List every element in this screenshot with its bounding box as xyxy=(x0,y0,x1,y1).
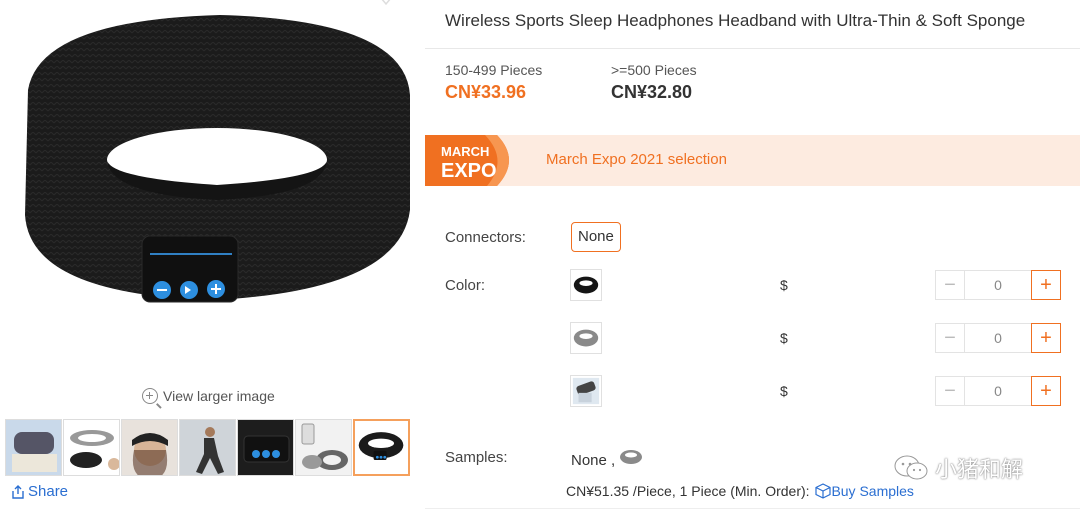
price-tier-price: CN¥32.80 xyxy=(611,82,693,102)
main-product-image[interactable] xyxy=(0,0,420,380)
increment-button[interactable]: + xyxy=(1031,376,1061,406)
sample-thumbnail[interactable] xyxy=(618,446,644,468)
connectors-label: Connectors: xyxy=(445,229,526,246)
color-price: $ xyxy=(780,383,788,399)
connector-option-none[interactable]: None xyxy=(571,222,621,252)
expo-badge-line2: EXPO xyxy=(441,160,497,182)
color-swatch-gray[interactable] xyxy=(570,322,602,354)
wechat-icon xyxy=(894,455,928,480)
price-tier-price: CN¥33.96 xyxy=(445,82,527,102)
thumbnail-4[interactable] xyxy=(179,419,236,476)
color-label: Color: xyxy=(445,277,486,294)
quantity-input[interactable] xyxy=(965,376,1031,406)
price-tier-range: >=500 Pieces xyxy=(611,62,697,78)
samples-label: Samples: xyxy=(445,449,508,466)
title-divider xyxy=(425,48,1080,49)
zoom-in-icon xyxy=(142,388,162,409)
view-larger-link[interactable]: View larger image xyxy=(142,388,275,409)
quantity-stepper: − + xyxy=(935,270,1063,300)
color-swatch-package[interactable] xyxy=(570,375,602,407)
price-tier-2: >=500 Pieces CN¥32.80 xyxy=(611,62,697,103)
share-link[interactable]: Share xyxy=(10,483,68,500)
samples-value: None , xyxy=(571,452,616,469)
quantity-stepper: − + xyxy=(935,376,1063,406)
color-row: $ − + xyxy=(570,375,1075,409)
thumbnail-strip xyxy=(5,419,410,476)
sample-price-text: CN¥51.35 /Piece, 1 Piece (Min. Order): xyxy=(566,483,810,499)
quantity-input[interactable] xyxy=(965,323,1031,353)
increment-button[interactable]: + xyxy=(1031,323,1061,353)
decrement-button[interactable]: − xyxy=(935,270,965,300)
color-swatch-black[interactable] xyxy=(570,269,602,301)
thumbnail-5[interactable] xyxy=(237,419,294,476)
watermark-text: 小猪和解 xyxy=(935,457,1024,482)
thumbnail-1[interactable] xyxy=(5,419,62,476)
box-icon xyxy=(815,483,832,499)
color-price: $ xyxy=(780,277,788,293)
thumbnail-6[interactable] xyxy=(295,419,352,476)
price-tier-range: 150-499 Pieces xyxy=(445,62,543,78)
view-larger-label: View larger image xyxy=(163,388,275,404)
quantity-input[interactable] xyxy=(965,270,1031,300)
decrement-button[interactable]: − xyxy=(935,376,965,406)
price-tier-1: 150-499 Pieces CN¥33.96 xyxy=(445,62,542,103)
collection-pin-icon xyxy=(381,0,391,6)
march-expo-badge: MARCH EXPO xyxy=(425,135,509,186)
product-title: Wireless Sports Sleep Headphones Headban… xyxy=(445,11,1026,30)
decrement-button[interactable]: − xyxy=(935,323,965,353)
quantity-stepper: − + xyxy=(935,323,1063,353)
color-row: $ − + xyxy=(570,269,1075,303)
share-icon xyxy=(12,484,24,499)
color-price: $ xyxy=(780,330,788,346)
expo-banner[interactable]: MARCH EXPO March Expo 2021 selection xyxy=(425,135,1080,186)
thumbnail-7[interactable] xyxy=(353,419,410,476)
increment-button[interactable]: + xyxy=(1031,270,1061,300)
color-row: $ − + xyxy=(570,322,1075,356)
bottom-divider xyxy=(425,508,1080,509)
thumbnail-2[interactable] xyxy=(63,419,120,476)
sample-price-line: CN¥51.35 /Piece, 1 Piece (Min. Order): B… xyxy=(566,483,914,499)
expo-text: March Expo 2021 selection xyxy=(546,151,727,168)
thumbnail-3[interactable] xyxy=(121,419,178,476)
share-label: Share xyxy=(28,483,69,500)
buy-samples-link[interactable]: Buy Samples xyxy=(831,483,913,499)
expo-badge-line1: MARCH xyxy=(441,144,489,159)
watermark: 小猪和解 xyxy=(893,452,1023,484)
